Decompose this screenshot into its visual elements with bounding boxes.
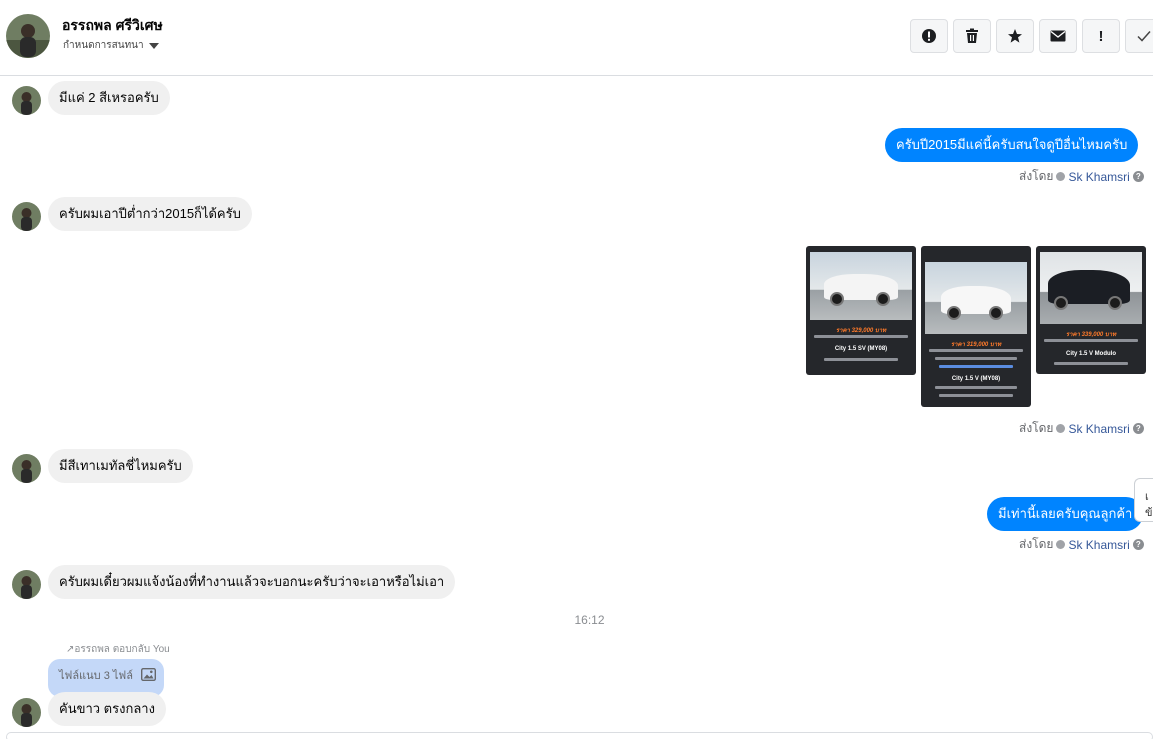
image-attachment[interactable]: ราคา 319,000 บาท City 1.5 V (MY08) [921,246,1031,407]
help-icon[interactable]: ? [1132,171,1144,182]
attachment-label: ไฟล์แนบ 3 ไฟล์ [59,670,133,682]
side-tab-text: เ [1145,491,1149,503]
sent-by-label: ส่งโดย Sk Khamsri ? [1019,167,1144,186]
contact-name[interactable]: อรรถพล ศรีวิเศษ [62,15,163,37]
card-detail-line [824,358,898,361]
exclamation-icon: ! [1098,27,1104,45]
image-icon [140,668,156,681]
car-wheel [1054,296,1068,310]
message-outgoing[interactable]: มีเท่านี้เลยครับคุณลูกค้า [987,497,1144,531]
card-detail-line [935,357,1017,360]
car-model: City 1.5 V (MY08) [951,376,1001,382]
reply-note-text: อรรถพล ตอบกลับ You [74,644,170,655]
contact-avatar-small [12,454,41,483]
car-wheel [876,292,890,306]
conversation-header: อรรถพล ศรีวิเศษ กำหนดการสนทนา ! [0,0,1153,76]
chat-window: อรรถพล ศรีวิเศษ กำหนดการสนทนา ! มีแค่ 2 … [0,0,1153,739]
conversation-settings-dropdown[interactable]: กำหนดการสนทนา [63,38,159,53]
trash-icon [966,28,978,43]
timestamp-separator: 16:12 [574,613,605,627]
card-detail-line [939,394,1013,397]
message-incoming[interactable]: มีแค่ 2 สีเหรอครับ [48,81,170,115]
message-composer[interactable] [6,732,1153,739]
card-detail-line [929,349,1023,352]
message-incoming[interactable]: คันขาว ตรงกลาง [48,692,166,726]
star-icon [1008,29,1022,43]
sent-by-prefix: ส่งโดย [1019,537,1054,551]
checkmark-icon [1137,31,1151,42]
mark-done-button[interactable] [1125,19,1153,53]
conversation-settings-label: กำหนดการสนทนา [63,40,144,51]
car-wheel [947,306,961,320]
image-attachment[interactable]: ราคา 329,000 บาท City 1.5 SV (MY08) [806,246,916,375]
chevron-down-icon [148,42,159,49]
card-detail-line [1054,362,1128,365]
card-detail-line [935,386,1017,389]
message-incoming[interactable]: ครับผมเดี๋ยวผมแจ้งน้องที่ทำงานแล้วจะบอกน… [48,565,456,599]
car-price: ราคา 339,000 บาท [1065,332,1117,338]
reply-context: ↗อรรถพล ตอบกลับ You [66,642,170,657]
car-model: City 1.5 SV (MY08) [834,346,888,352]
delete-button[interactable] [953,19,991,53]
help-icon[interactable]: ? [1132,423,1144,434]
car-wheel [1108,296,1122,310]
car-model: City 1.5 V Modulo [1065,351,1116,357]
sent-by-label: ส่งโดย Sk Khamsri ? [1019,419,1144,438]
car-wheel [989,306,1003,320]
image-attachment[interactable]: ราคา 339,000 บาท City 1.5 V Modulo [1036,246,1146,374]
message-incoming[interactable]: มีสีเทาเมทัลชี่ไหมครับ [48,449,193,483]
contact-avatar-small [12,698,41,727]
report-spam-button[interactable] [910,19,948,53]
car-photo [925,262,1027,334]
car-price: ราคา 319,000 บาท [950,342,1002,348]
car-photo [810,252,912,320]
envelope-icon [1050,30,1066,42]
report-icon [922,29,936,43]
car-wheel [830,292,844,306]
contact-avatar-small [12,86,41,115]
sent-by-label: ส่งโดย Sk Khamsri ? [1019,535,1144,554]
sent-by-prefix: ส่งโดย [1019,421,1054,435]
card-link-line [939,365,1013,368]
side-tab-text: ข้ [1145,507,1153,519]
card-detail-line [814,335,908,338]
help-icon[interactable]: ? [1132,539,1144,550]
agent-avatar-icon [1056,540,1066,549]
sent-by-agent[interactable]: Sk Khamsri [1068,538,1129,552]
sent-by-agent[interactable]: Sk Khamsri [1068,422,1129,436]
contact-avatar-small [12,202,41,231]
sent-by-agent[interactable]: Sk Khamsri [1068,170,1129,184]
car-price: ราคา 329,000 บาท [835,328,887,334]
star-button[interactable] [996,19,1034,53]
contact-avatar-small [12,570,41,599]
card-detail-line [1044,339,1138,342]
conversation-toolbar: ! [910,19,1153,53]
agent-avatar-icon [1056,424,1066,433]
car-photo [1040,252,1142,324]
contact-avatar[interactable] [6,14,50,58]
sent-by-prefix: ส่งโดย [1019,169,1054,183]
message-outgoing[interactable]: ครับปี2015มีแค่นี้ครับสนใจดูปีอื่นไหมครั… [885,128,1139,162]
message-incoming[interactable]: ครับผมเอาปีต่ำกว่า2015ก็ได้ครับ [48,197,252,231]
agent-avatar-icon [1056,172,1066,181]
mark-unread-button[interactable] [1039,19,1077,53]
follow-up-button[interactable]: ! [1082,19,1120,53]
side-panel-tab[interactable]: เ ข้ [1134,478,1153,522]
